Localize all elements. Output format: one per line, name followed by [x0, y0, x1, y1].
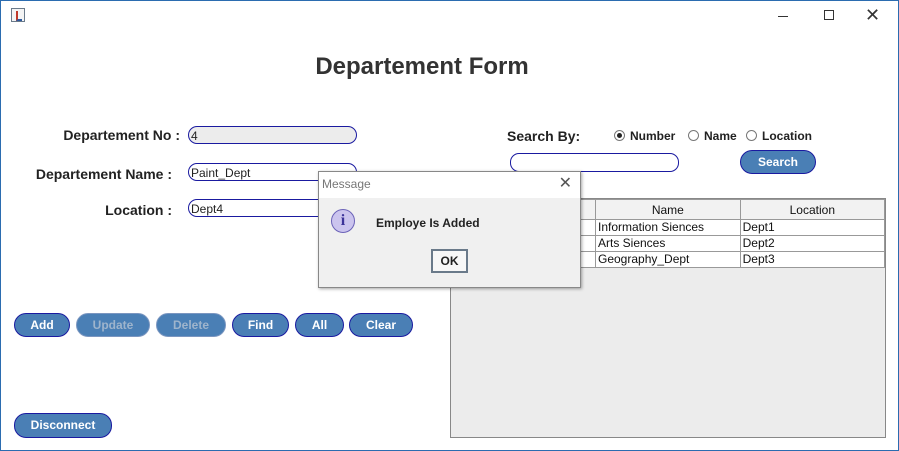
- close-icon: ✕: [865, 5, 881, 25]
- title-bar: ✕: [1, 1, 898, 31]
- dialog-title: Message: [322, 177, 371, 191]
- ok-button[interactable]: OK: [431, 249, 468, 273]
- search-name-radio[interactable]: [688, 130, 699, 141]
- dialog-body: i Employe Is Added OK: [319, 198, 580, 287]
- dialog-close-icon[interactable]: ✕: [559, 173, 572, 193]
- info-icon: i: [331, 209, 355, 233]
- table-cell: Arts Siences: [595, 235, 741, 252]
- search-number-radio[interactable]: [614, 130, 625, 141]
- maximize-button[interactable]: [806, 1, 852, 31]
- location-label: Location :: [105, 202, 172, 218]
- table-cell: Dept1: [739, 219, 886, 236]
- dialog-message: Employe Is Added: [376, 216, 480, 230]
- page-title: Departement Form: [315, 53, 529, 80]
- table-cell: Dept3: [739, 251, 886, 268]
- dept-no-label: Departement No :: [63, 127, 180, 143]
- dept-name-label: Departement Name :: [35, 166, 172, 182]
- add-button[interactable]: Add: [14, 313, 70, 337]
- find-button[interactable]: Find: [232, 313, 289, 337]
- message-dialog: Message ✕ i Employe Is Added OK: [318, 171, 581, 288]
- search-name-label: Name: [704, 129, 737, 143]
- table-header-name[interactable]: Name: [595, 199, 741, 220]
- clear-button[interactable]: Clear: [349, 313, 413, 337]
- minimize-button[interactable]: [760, 1, 806, 31]
- disconnect-button[interactable]: Disconnect: [14, 413, 112, 438]
- search-number-label: Number: [630, 129, 676, 143]
- maximize-icon: [824, 10, 834, 20]
- search-input[interactable]: [510, 153, 679, 172]
- table-cell: Geography_Dept: [595, 251, 741, 268]
- search-location-label: Location: [762, 129, 812, 143]
- table-cell: Information Siences: [595, 219, 741, 236]
- table-cell: Dept2: [739, 235, 886, 252]
- close-button[interactable]: ✕: [852, 1, 898, 31]
- java-app-icon: [11, 8, 25, 22]
- table-header-location[interactable]: Location: [739, 199, 886, 220]
- search-button[interactable]: Search: [740, 150, 816, 174]
- update-button[interactable]: Update: [76, 313, 150, 337]
- dept-no-field[interactable]: 4: [188, 126, 357, 144]
- delete-button[interactable]: Delete: [156, 313, 226, 337]
- minimize-icon: [778, 16, 788, 17]
- search-location-radio[interactable]: [746, 130, 757, 141]
- all-button[interactable]: All: [295, 313, 344, 337]
- search-by-label: Search By:: [507, 128, 581, 144]
- main-window: ✕ Departement Form Departement No : 4 De…: [0, 0, 899, 451]
